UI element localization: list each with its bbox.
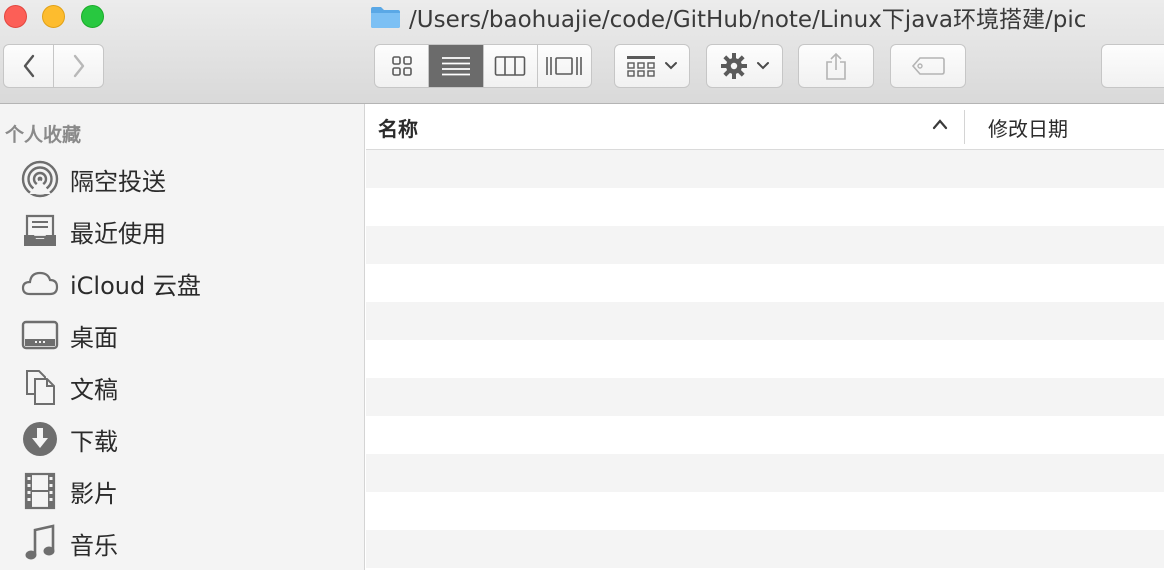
sidebar-item-desktop[interactable]: 桌面 (0, 311, 365, 359)
tag-icon (911, 57, 945, 75)
list-header: 名称 修改日期 (366, 104, 1164, 150)
chevron-left-icon (23, 54, 34, 78)
window-title: /Users/baohuajie/code/GitHub/note/Linux下… (370, 0, 1086, 34)
column-header-date-modified[interactable]: 修改日期 (988, 113, 1068, 142)
sort-ascending-icon[interactable] (932, 118, 948, 130)
empty-row (366, 264, 1164, 302)
empty-row (366, 188, 1164, 226)
sidebar-item-label: 桌面 (70, 323, 118, 352)
empty-row (366, 454, 1164, 492)
sidebar-item-movies[interactable]: 影片 (0, 467, 365, 515)
empty-row (366, 226, 1164, 264)
sidebar-item-icloud[interactable]: iCloud 云盘 (0, 259, 365, 307)
icon-view-button[interactable] (375, 45, 428, 87)
sidebar-item-label: 最近使用 (70, 219, 166, 248)
chevron-down-icon (756, 62, 769, 70)
sidebar-item-label: 隔空投送 (70, 167, 166, 196)
sidebar-section-title: 个人收藏 (5, 124, 82, 146)
chevron-down-icon (665, 62, 677, 70)
empty-row (366, 378, 1164, 416)
sidebar-item-downloads[interactable]: 下载 (0, 415, 365, 463)
cloud-icon (20, 263, 60, 303)
movie-icon (20, 471, 60, 511)
file-list: 名称 修改日期 (366, 104, 1164, 570)
search-field[interactable] (1101, 44, 1164, 88)
arrange-icon (627, 56, 655, 77)
empty-row (366, 530, 1164, 568)
empty-row (366, 340, 1164, 378)
sidebar-item-label: 音乐 (70, 531, 118, 560)
view-mode-control (374, 44, 592, 88)
recents-icon (20, 211, 60, 251)
empty-row (366, 302, 1164, 340)
arrange-button[interactable] (614, 44, 690, 88)
empty-row (366, 150, 1164, 188)
sidebar-item-airdrop[interactable]: 隔空投送 (0, 155, 365, 203)
window-toolbar: /Users/baohuajie/code/GitHub/note/Linux下… (0, 0, 1164, 104)
music-icon (20, 523, 60, 563)
sidebar-item-music[interactable]: 音乐 (0, 519, 365, 567)
close-window-button[interactable] (4, 5, 27, 28)
desktop-icon (20, 315, 60, 355)
navigation-buttons (3, 44, 104, 88)
airdrop-icon (20, 159, 60, 199)
list-icon (441, 57, 470, 76)
gear-icon (720, 53, 747, 79)
grid-icon (391, 56, 412, 76)
sidebar-item-label: iCloud 云盘 (70, 271, 201, 300)
share-button[interactable] (798, 44, 874, 88)
sidebar-item-label: 影片 (70, 479, 118, 508)
sidebar-item-label: 文稿 (70, 375, 118, 404)
download-icon (20, 419, 60, 459)
empty-row (366, 416, 1164, 454)
minimize-window-button[interactable] (42, 5, 65, 28)
cover-flow-icon (546, 57, 583, 75)
tag-button[interactable] (890, 44, 966, 88)
columns-icon (494, 56, 526, 76)
column-view-button[interactable] (482, 45, 537, 87)
cover-flow-view-button[interactable] (536, 45, 591, 87)
action-button[interactable] (706, 44, 783, 88)
documents-icon (20, 367, 60, 407)
list-view-button[interactable] (428, 45, 483, 87)
chevron-right-icon (73, 54, 84, 78)
sidebar-item-label: 下载 (70, 427, 118, 456)
column-header-name[interactable]: 名称 (378, 113, 418, 142)
window-path: /Users/baohuajie/code/GitHub/note/Linux下… (409, 7, 1087, 33)
share-icon (826, 52, 846, 80)
maximize-window-button[interactable] (81, 5, 104, 28)
folder-icon (371, 7, 400, 28)
sidebar-item-recents[interactable]: 最近使用 (0, 207, 365, 255)
column-divider[interactable] (964, 110, 965, 144)
sidebar: 个人收藏 隔空投送 最近使用 iCloud 云盘 桌面 文稿 下载 影片 音乐 (0, 104, 365, 570)
empty-row (366, 492, 1164, 530)
back-button[interactable] (4, 45, 53, 87)
sidebar-item-documents[interactable]: 文稿 (0, 363, 365, 411)
forward-button[interactable] (53, 45, 103, 87)
